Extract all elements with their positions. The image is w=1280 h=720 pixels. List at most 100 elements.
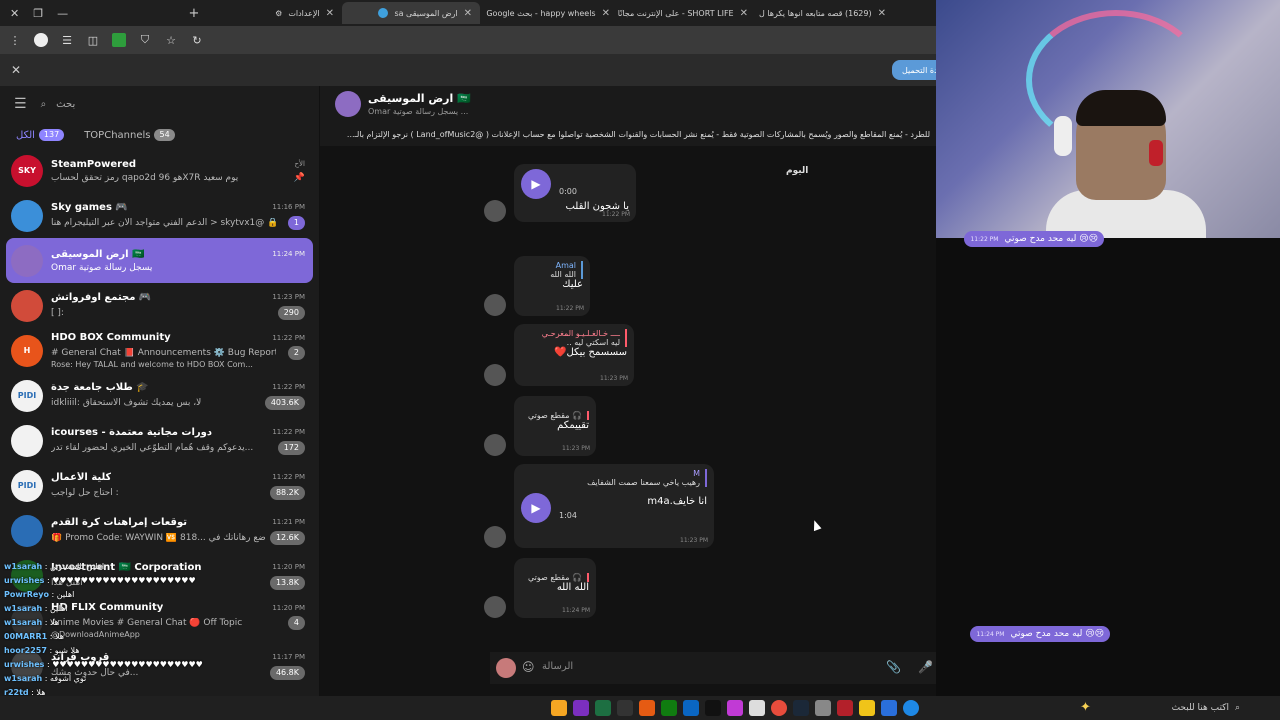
app-icon[interactable] bbox=[837, 700, 853, 716]
app-icon[interactable] bbox=[551, 700, 567, 716]
chat-preview: # General Chat 📕 Announcements ⚙️ Bug Re… bbox=[51, 348, 276, 358]
close-icon[interactable]: ✕ bbox=[602, 8, 610, 19]
app-icon[interactable] bbox=[749, 700, 765, 716]
folder-tabs: الكل 137 TOPChannels 54 bbox=[0, 122, 319, 148]
steam-icon[interactable] bbox=[793, 700, 809, 716]
play-icon[interactable]: ▶ bbox=[521, 493, 551, 523]
app-icon[interactable] bbox=[617, 700, 633, 716]
reply-quote[interactable]: ــــ ⁦خـالغـلـيـو المغرحـي⁩ ليه اسكتي لي… bbox=[521, 329, 627, 347]
app-icon[interactable] bbox=[595, 700, 611, 716]
shield-icon[interactable]: ⛉ bbox=[138, 33, 152, 47]
tab-1[interactable]: ✕ ارض الموسيقى sa bbox=[342, 2, 480, 24]
chat-list-item[interactable]: توقعات إمراهنات كرة القدم 11:21 PM 🎁 Promo… bbox=[6, 508, 313, 553]
group-avatar[interactable] bbox=[335, 91, 361, 117]
reply-quote[interactable]: M رهيب ياخي سمعنا صمت الشفايف bbox=[521, 469, 707, 487]
hamburger-menu-icon[interactable]: ☰ bbox=[14, 96, 27, 112]
message-reply[interactable]: 🎧 مقطع صوتي تقييمكم 11:23 PM bbox=[484, 396, 596, 456]
edge-icon[interactable] bbox=[903, 700, 919, 716]
reply-quote[interactable]: 🎧 مقطع صوتي bbox=[521, 411, 589, 420]
chat-list-item[interactable]: H HDO BOX Community 11:22 PM # General Chat… bbox=[6, 328, 313, 373]
close-icon[interactable]: ✕ bbox=[878, 8, 886, 19]
restore-window-icon[interactable]: ❐ bbox=[33, 7, 43, 20]
message-reply[interactable]: Amal الله الله عليك 11:22 PM bbox=[484, 256, 590, 316]
reply-quote[interactable]: Amal الله الله bbox=[521, 261, 583, 279]
chat-avatar: PIDI bbox=[11, 469, 43, 502]
app-icon[interactable] bbox=[683, 700, 699, 716]
chat-list-item[interactable]: مجتمع اوفرواتش 🎮 11:23 PM [ ]: 290 bbox=[6, 283, 313, 328]
outgoing-message[interactable]: 11:22 PM ليه محد مدح صوتي 😢😢 bbox=[964, 231, 1104, 247]
chat-list-item[interactable]: Sky games 🎮 11:16 PM الدعم الفني متواجد ال… bbox=[6, 193, 313, 238]
folder-tab-topchannels[interactable]: TOPChannels 54 bbox=[84, 129, 175, 141]
app-icon[interactable] bbox=[727, 700, 743, 716]
chat-list-item[interactable]: icourses - دورات مجانية معتمدة 11:22 PM يد… bbox=[6, 418, 313, 463]
message-reply[interactable]: 🎧 مقطع صوتي الله الله 11:24 PM bbox=[484, 558, 596, 618]
reload-icon[interactable]: ↻ bbox=[190, 33, 204, 47]
reply-quote[interactable]: 🎧 مقطع صوتي bbox=[521, 573, 589, 582]
close-icon[interactable]: ✕ bbox=[464, 8, 472, 19]
puzzle-icon[interactable]: ◫ bbox=[86, 33, 100, 47]
window-controls: ✕ ❐ — bbox=[0, 7, 94, 20]
folder-tab-all[interactable]: الكل 137 bbox=[16, 129, 65, 141]
new-tab-button[interactable]: + bbox=[184, 6, 204, 21]
app-icon[interactable] bbox=[881, 700, 897, 716]
message-voice-reply[interactable]: M رهيب ياخي سمعنا صمت الشفايف ▶ 1:04 انا… bbox=[484, 464, 714, 548]
search-input[interactable]: ⌕ بحث bbox=[41, 90, 309, 118]
chat-list-item[interactable]: PIDI كلية الأعمال 11:22 PM احتاج حل لواجب :… bbox=[6, 463, 313, 508]
extension-green-icon[interactable] bbox=[112, 33, 126, 47]
settings-icon[interactable] bbox=[815, 700, 831, 716]
chrome-icon[interactable] bbox=[771, 700, 787, 716]
app-icon[interactable] bbox=[573, 700, 589, 716]
message-composer[interactable]: ☺ الرسالة 📎 🎤 bbox=[490, 652, 936, 684]
folder-icon[interactable] bbox=[859, 700, 875, 716]
chat-list-item[interactable]: SKY SteamPowered الأح رمز تحقق لحساب qapo2d… bbox=[6, 148, 313, 193]
tab-4[interactable]: ✕ (1629) قصه متابعه انوها يكرها ل bbox=[756, 2, 894, 24]
profile-icon[interactable] bbox=[34, 33, 48, 47]
play-icon[interactable]: ▶ bbox=[521, 169, 551, 199]
app-icon[interactable] bbox=[639, 700, 655, 716]
user-avatar[interactable] bbox=[484, 434, 506, 456]
message-voice[interactable]: ▶ 0:00 يا شجون القلب 11:22 PM bbox=[484, 164, 636, 222]
microphone-icon[interactable]: 🎤 bbox=[918, 660, 933, 674]
chat-list-item[interactable]: قروب قراند 11:17 PM في حال حدوث مشك... 46.8… bbox=[6, 643, 313, 688]
attach-icon[interactable]: 📎 bbox=[886, 660, 901, 674]
sender-avatar[interactable] bbox=[496, 658, 516, 678]
user-avatar[interactable] bbox=[484, 526, 506, 548]
chat-list-item[interactable]: Investment 🇸🇦 Corporation 11:20 PM اهتل هذ… bbox=[6, 553, 313, 598]
tab-3[interactable]: ✕ SHORT LIFE - على الإنترنت مجانًا bbox=[618, 2, 756, 24]
kebab-menu-icon[interactable]: ⋮ bbox=[8, 33, 22, 47]
close-icon[interactable]: ✕ bbox=[11, 63, 21, 77]
app-icon[interactable] bbox=[705, 700, 721, 716]
outgoing-message[interactable]: 11:24 PM ليه محد مدح صوتي 😢😢 bbox=[970, 626, 1110, 642]
close-icon[interactable]: ✕ bbox=[326, 8, 334, 19]
chat-list-item[interactable]: ارض الموسيقى 🇸🇦 11:24 PM Omar يسجل رسالة ص… bbox=[6, 238, 313, 283]
bookmark-star-icon[interactable]: ☆ bbox=[164, 33, 178, 47]
message-input[interactable]: الرسالة bbox=[542, 661, 573, 672]
message-time: 11:22 PM bbox=[970, 235, 999, 243]
chat-list-item[interactable]: HD FLIX Community 11:20 PM Anime Movies # … bbox=[6, 598, 313, 643]
minimize-window-icon[interactable]: — bbox=[57, 7, 68, 20]
chat-time: 11:16 PM bbox=[272, 203, 305, 211]
chat-preview: Anime Movies # General Chat 🔴 Off Topic bbox=[51, 618, 243, 628]
tab-0[interactable]: ✕ الإعدادات ⚙ bbox=[204, 2, 342, 24]
message-text: سسسمح بيكل❤️ bbox=[554, 347, 627, 358]
chat-list-item[interactable]: PIDI طلاب جامعة جدة 🎓 11:22 PM idkliiil: لا… bbox=[6, 373, 313, 418]
user-avatar[interactable] bbox=[484, 200, 506, 222]
close-icon[interactable]: ✕ bbox=[740, 8, 748, 19]
extensions-icon[interactable]: ☰ bbox=[60, 33, 74, 47]
xbox-icon[interactable] bbox=[661, 700, 677, 716]
user-avatar[interactable] bbox=[484, 364, 506, 386]
chat-preview: احتاج حل لواجب : bbox=[51, 487, 119, 498]
emoji-icon[interactable]: ☺ bbox=[522, 660, 535, 674]
sparkle-icon[interactable]: ✦ bbox=[1080, 700, 1091, 715]
user-avatar[interactable] bbox=[484, 596, 506, 618]
user-avatar[interactable] bbox=[484, 294, 506, 316]
close-window-icon[interactable]: ✕ bbox=[10, 7, 19, 20]
chat-header[interactable]: ارض الموسيقى 🇸🇦 Omar يسجل رسالة صوتية ..… bbox=[320, 86, 936, 124]
pinned-message-bar[interactable]: للطرد - يُمنع المقاطع والصور ويُسمح بالم… bbox=[320, 124, 936, 146]
chat-preview: اهتل هذا bbox=[51, 577, 83, 588]
chat-avatar bbox=[11, 199, 43, 232]
search-icon: ⌕ bbox=[40, 98, 47, 110]
tab-2[interactable]: ✕ happy wheels - بحث Google bbox=[480, 2, 618, 24]
taskbar-search[interactable]: ⌕ اكتب هنا للبحث bbox=[1128, 699, 1248, 717]
message-reply[interactable]: ــــ ⁦خـالغـلـيـو المغرحـي⁩ ليه اسكتي لي… bbox=[484, 324, 634, 386]
